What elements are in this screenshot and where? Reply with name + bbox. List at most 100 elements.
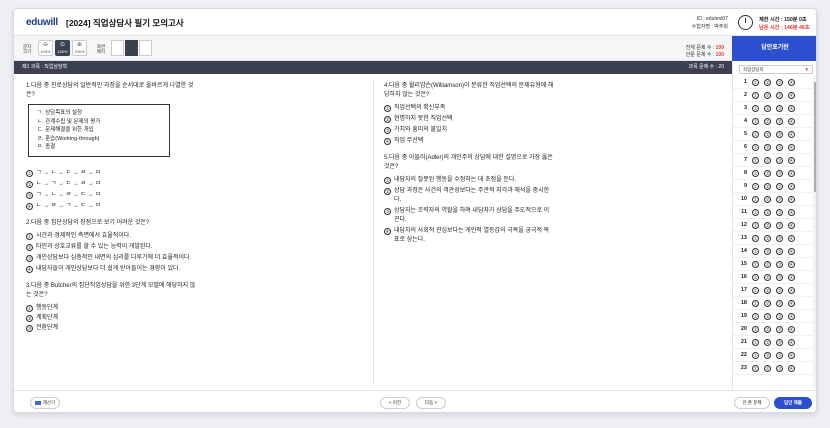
answer-bubble[interactable]: ① [752,287,759,294]
question-2-option-2[interactable]: ② 타인과 상호교류를 할 수 있는 능력이 개발된다. [26,243,196,252]
answer-bubble[interactable]: ① [752,235,759,242]
answer-bubble[interactable]: ③ [776,261,783,268]
answer-bubble[interactable]: ② [764,222,771,229]
question-2-option-3[interactable]: ③ 개인상담보다 심층적인 내면의 심리를 다루기에 더 효율적이다. [26,254,196,263]
answer-bubble[interactable]: ④ [788,170,795,177]
answer-bubble[interactable]: ④ [788,326,795,333]
unanswered-button[interactable]: 안 푼 문제 [734,397,770,409]
answer-bubble[interactable]: ③ [776,196,783,203]
answer-bubble[interactable]: ④ [788,365,795,372]
calculator-button[interactable]: 계산기 [30,397,60,409]
question-5-option-2[interactable]: ② 상담 과정은 사건의 객관성보다는 주관적 지각과 해석을 중시한다. [384,187,554,205]
question-2-option-4[interactable]: ④ 내담자들이 개인상담보다 더 쉽게 받아들이는 경향이 있다. [26,265,196,274]
answer-bubble[interactable]: ④ [788,144,795,151]
answer-bubble[interactable]: ③ [776,144,783,151]
answer-bubble[interactable]: ③ [776,326,783,333]
answer-bubble[interactable]: ④ [788,183,795,190]
answer-bubble[interactable]: ① [752,170,759,177]
answer-bubble[interactable]: ③ [776,131,783,138]
answer-bubble[interactable]: ④ [788,118,795,125]
answer-bubble[interactable]: ① [752,300,759,307]
prev-button[interactable]: < 이전 [380,397,410,409]
answer-bubble[interactable]: ② [764,131,771,138]
submit-button[interactable]: 답안 제출 [774,397,812,409]
answer-bubble[interactable]: ② [764,118,771,125]
layout-two-column-button[interactable] [125,40,138,56]
answer-bubble[interactable]: ② [764,209,771,216]
answer-bubble[interactable]: ② [764,261,771,268]
answer-bubble[interactable]: ④ [788,300,795,307]
answer-bubble[interactable]: ④ [788,79,795,86]
answer-panel-scroll-thumb[interactable] [814,82,816,192]
answer-bubble[interactable]: ② [764,105,771,112]
answer-bubble[interactable]: ④ [788,105,795,112]
answer-bubble[interactable]: ③ [776,300,783,307]
answer-bubble[interactable]: ① [752,92,759,99]
answer-bubble[interactable]: ④ [788,248,795,255]
question-3-option-2[interactable]: ② 계획단계 [26,314,196,323]
answer-bubble[interactable]: ④ [788,196,795,203]
answer-bubble[interactable]: ② [764,92,771,99]
answer-bubble[interactable]: ③ [776,287,783,294]
answer-bubble[interactable]: ③ [776,365,783,372]
answer-bubble[interactable]: ① [752,274,759,281]
answer-bubble[interactable]: ③ [776,339,783,346]
answer-bubble[interactable]: ④ [788,339,795,346]
question-5-option-3[interactable]: ③ 상담자는 조력자의 역할을 하며 내담자가 상담을 주도적으로 이끈다. [384,207,554,225]
answer-bubble[interactable]: ② [764,144,771,151]
question-4-option-4[interactable]: ④ 직업 무선택 [384,137,554,146]
answer-bubble[interactable]: ④ [788,235,795,242]
question-4-option-1[interactable]: ① 직업선택의 확신부족 [384,104,554,113]
answer-bubble[interactable]: ① [752,79,759,86]
answer-bubble[interactable]: ① [752,339,759,346]
answer-bubble[interactable]: ② [764,248,771,255]
zoom-150-button[interactable]: ⊙ 150% [55,40,70,56]
answer-bubble[interactable]: ② [764,157,771,164]
answer-bubble[interactable]: ① [752,222,759,229]
answer-bubble[interactable]: ③ [776,235,783,242]
subject-select[interactable]: 직업상담학 ▼ [739,65,813,74]
answer-bubble[interactable]: ① [752,131,759,138]
answer-bubble[interactable]: ② [764,300,771,307]
answer-bubble[interactable]: ④ [788,157,795,164]
answer-bubble[interactable]: ④ [788,287,795,294]
question-1-option-3[interactable]: ③ㄱ → ㄴ → ㄹ → ㄷ → ㅁ [26,191,196,200]
answer-bubble[interactable]: ② [764,183,771,190]
answer-bubble[interactable]: ① [752,183,759,190]
layout-split-button[interactable] [139,40,152,56]
next-button[interactable]: 다음 > [416,397,446,409]
answer-bubble[interactable]: ① [752,105,759,112]
answer-bubble[interactable]: ③ [776,157,783,164]
answer-bubble[interactable]: ① [752,326,759,333]
answer-bubble[interactable]: ① [752,118,759,125]
answer-bubble[interactable]: ② [764,313,771,320]
answer-bubble[interactable]: ① [752,365,759,372]
answer-bubble[interactable]: ① [752,261,759,268]
answer-bubble[interactable]: ③ [776,105,783,112]
question-2-option-1[interactable]: ① 시간과 경제적인 측면에서 효율적이다. [26,232,196,241]
answer-bubble[interactable]: ③ [776,183,783,190]
answer-bubble[interactable]: ① [752,248,759,255]
answer-bubble[interactable]: ② [764,170,771,177]
answer-bubble[interactable]: ③ [776,209,783,216]
answer-bubble[interactable]: ② [764,196,771,203]
answer-bubble[interactable]: ④ [788,131,795,138]
answer-bubble[interactable]: ② [764,79,771,86]
answer-bubble[interactable]: ③ [776,92,783,99]
question-3-option-1[interactable]: ① 행동단계 [26,304,196,313]
layout-single-button[interactable] [111,40,124,56]
answer-bubble[interactable]: ④ [788,352,795,359]
answer-bubble[interactable]: ② [764,365,771,372]
answer-bubble[interactable]: ③ [776,79,783,86]
answer-bubble[interactable]: ② [764,287,771,294]
answer-panel-scrollbar[interactable] [813,76,816,388]
answer-sheet-button[interactable]: 답안표기란 [732,36,816,61]
answer-bubble[interactable]: ③ [776,118,783,125]
answer-bubble[interactable]: ③ [776,274,783,281]
answer-bubble[interactable]: ② [764,274,771,281]
question-4-option-3[interactable]: ③ 가치와 흥미의 불일치 [384,126,554,135]
answer-bubble[interactable]: ③ [776,170,783,177]
question-1-option-4[interactable]: ④ㄴ → ㄹ → ㄱ → ㄷ → ㅁ [26,202,196,211]
question-5-option-1[interactable]: ① 내담자의 잘못된 행동을 수정하는 데 초점을 둔다. [384,176,554,185]
answer-bubble[interactable]: ④ [788,222,795,229]
